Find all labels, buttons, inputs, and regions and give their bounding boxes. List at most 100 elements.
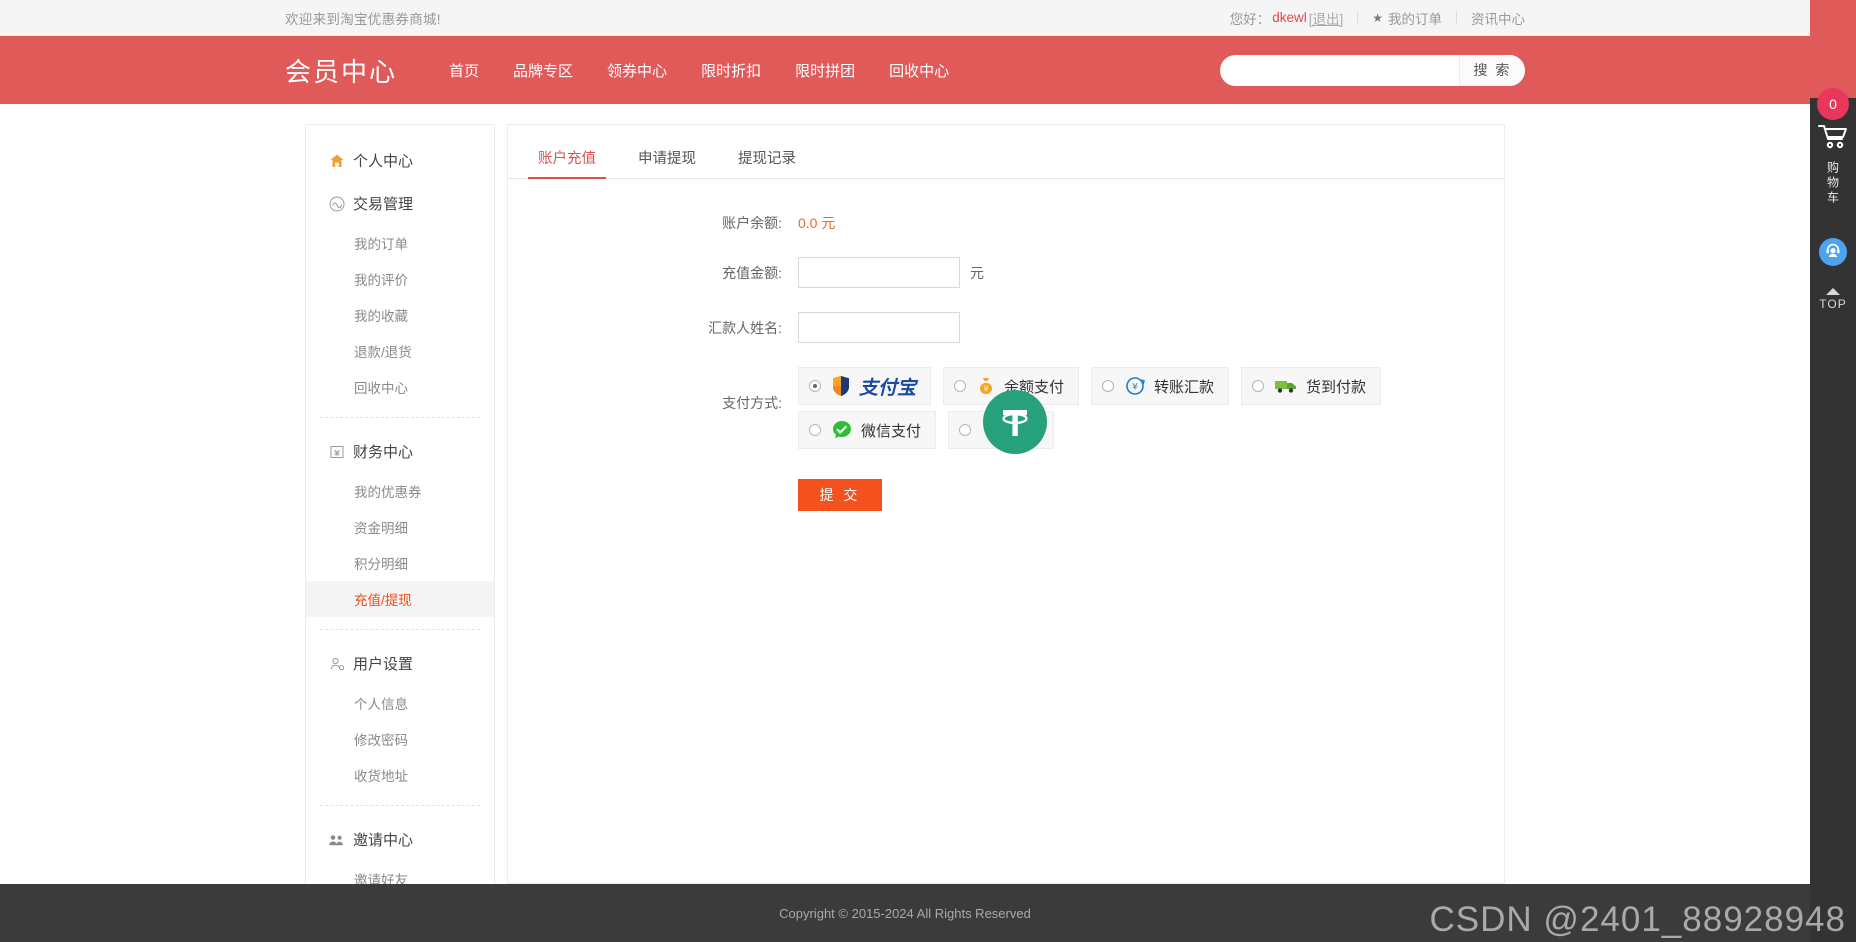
sidebar-item-change-password[interactable]: 修改密码 [306, 721, 494, 757]
shopping-cart-icon [1818, 124, 1848, 155]
sidebar-item-shipping-address[interactable]: 收货地址 [306, 757, 494, 793]
sidebar-item-recharge-withdraw[interactable]: 充值/提现 [306, 581, 494, 617]
tab-apply-withdraw[interactable]: 申请提现 [622, 139, 712, 178]
payment-option-wechat-pay-label: 微信支付 [861, 420, 921, 441]
top-utility-right: 您好： dkewl [退出] ★ 我的订单 资讯中心 [1230, 8, 1525, 28]
tab-account-recharge[interactable]: 账户充值 [522, 139, 612, 178]
home-icon [328, 152, 345, 169]
star-icon: ★ [1372, 11, 1383, 25]
site-header-inner: 会员中心 首页 品牌专区 领券中心 限时折扣 限时拼团 回收中心 搜 索 [285, 36, 1525, 104]
content-area: 个人中心 交易管理 我的订单 我的评价 我的收藏 退款/退货 回收中心 [305, 124, 1505, 942]
radio-bank-transfer[interactable] [1102, 380, 1114, 392]
cart-button[interactable]: 购物车 [1810, 124, 1856, 206]
sidebar-item-recycle-center[interactable]: 回收中心 [306, 369, 494, 405]
submit-button[interactable]: 提 交 [798, 479, 882, 511]
sidebar-group-personal[interactable]: 个人中心 [306, 139, 494, 182]
payment-option-bank-transfer[interactable]: ¥ 转账汇款 [1091, 367, 1229, 405]
tab-bar: 账户充值 申请提现 提现记录 [508, 139, 1504, 179]
sidebar-item-my-coupons[interactable]: 我的优惠券 [306, 473, 494, 509]
sidebar-item-my-orders[interactable]: 我的订单 [306, 225, 494, 261]
payment-option-wechat-pay[interactable]: 微信支付 [798, 411, 936, 449]
amount-input[interactable] [798, 257, 960, 288]
payment-method-label: 支付方式: [508, 367, 798, 413]
sidebar-group-label: 邀请中心 [353, 829, 413, 850]
sidebar-group-label: 用户设置 [353, 653, 413, 674]
radio-alipay[interactable] [809, 380, 821, 392]
site-footer: Copyright © 2015-2024 All Rights Reserve… [0, 884, 1810, 942]
right-floating-rail: 0 购物车 TOP [1810, 0, 1856, 942]
sidebar-group-transaction[interactable]: 交易管理 [306, 182, 494, 225]
payer-row: 汇款人姓名: [508, 312, 1504, 343]
nav-item-brand[interactable]: 品牌专区 [513, 60, 573, 81]
sidebar-group-invite[interactable]: 邀请中心 [306, 818, 494, 861]
usdt-tether-icon [983, 390, 1047, 454]
nav-item-coupon[interactable]: 领券中心 [607, 60, 667, 81]
sidebar-item-refund-return[interactable]: 退款/退货 [306, 333, 494, 369]
rail-header-strip [1810, 0, 1856, 98]
radio-wechat-pay[interactable] [809, 424, 821, 436]
sidebar: 个人中心 交易管理 我的订单 我的评价 我的收藏 退款/退货 回收中心 [305, 124, 495, 942]
back-to-top-button[interactable]: TOP [1810, 288, 1856, 311]
username-label: dkewl [1272, 10, 1307, 25]
radio-balance[interactable] [954, 380, 966, 392]
divider [1456, 11, 1457, 24]
sidebar-item-my-favorites[interactable]: 我的收藏 [306, 297, 494, 333]
amount-label: 充值金额: [508, 263, 798, 283]
wechat-pay-icon [831, 419, 853, 441]
sidebar-group-label: 个人中心 [353, 150, 413, 171]
radio-cod[interactable] [1252, 380, 1264, 392]
main-panel: 账户充值 申请提现 提现记录 账户余额: 0.0 元 充值金额: 元 [507, 124, 1505, 884]
payment-option-usdt[interactable] [948, 411, 1054, 449]
search-box: 搜 索 [1220, 55, 1525, 86]
cart-label: 购物车 [1825, 161, 1842, 206]
nav-item-recycle[interactable]: 回收中心 [889, 60, 949, 81]
back-to-top-label: TOP [1819, 297, 1846, 311]
alipay-icon [831, 375, 851, 397]
sidebar-group-user-settings[interactable]: 用户设置 [306, 642, 494, 685]
payer-name-input[interactable] [798, 312, 960, 343]
top-utility-bar: 欢迎来到淘宝优惠券商城! 您好： dkewl [退出] ★ 我的订单 资讯中心 [0, 0, 1810, 36]
sidebar-item-fund-details[interactable]: 资金明细 [306, 509, 494, 545]
copyright-text: Copyright © 2015-2024 All Rights Reserve… [779, 906, 1031, 921]
greeting-text: 您好： [1230, 8, 1271, 28]
payment-option-cod[interactable]: 货到付款 [1241, 367, 1381, 405]
tab-withdraw-records[interactable]: 提现记录 [722, 139, 812, 178]
my-orders-link[interactable]: ★ 我的订单 [1372, 8, 1442, 28]
amount-unit: 元 [970, 263, 984, 283]
balance-value: 0.0 元 [798, 213, 835, 233]
top-utility-bar-inner: 欢迎来到淘宝优惠券商城! 您好： dkewl [退出] ★ 我的订单 资讯中心 [285, 8, 1525, 28]
search-button[interactable]: 搜 索 [1459, 55, 1525, 86]
customer-service-button[interactable] [1819, 238, 1847, 266]
caret-up-icon [1826, 288, 1840, 295]
sidebar-item-personal-info[interactable]: 个人信息 [306, 685, 494, 721]
site-header: 会员中心 首页 品牌专区 领券中心 限时折扣 限时拼团 回收中心 搜 索 [0, 36, 1810, 104]
sidebar-item-my-reviews[interactable]: 我的评价 [306, 261, 494, 297]
logout-link[interactable]: [退出] [1309, 8, 1344, 28]
svg-text:¥: ¥ [983, 385, 988, 394]
nav-item-home[interactable]: 首页 [449, 60, 479, 81]
cart-count-badge: 0 [1817, 88, 1849, 120]
radio-usdt[interactable] [959, 424, 971, 436]
search-input[interactable] [1220, 56, 1459, 85]
invite-icon [328, 831, 345, 848]
sidebar-item-points-details[interactable]: 积分明细 [306, 545, 494, 581]
payer-label: 汇款人姓名: [508, 318, 798, 338]
transaction-icon [328, 195, 345, 212]
sidebar-group-label: 交易管理 [353, 193, 413, 214]
finance-icon [328, 443, 345, 460]
payment-option-alipay[interactable]: 支付宝 [798, 367, 931, 405]
news-center-link[interactable]: 资讯中心 [1471, 8, 1525, 28]
main-nav: 首页 品牌专区 领券中心 限时折扣 限时拼团 回收中心 [449, 60, 983, 81]
payment-option-bank-transfer-label: 转账汇款 [1154, 376, 1214, 397]
sidebar-group-finance[interactable]: 财务中心 [306, 430, 494, 473]
nav-item-group-buy[interactable]: 限时拼团 [795, 60, 855, 81]
nav-item-discount[interactable]: 限时折扣 [701, 60, 761, 81]
site-logo[interactable]: 会员中心 [285, 52, 397, 89]
balance-row: 账户余额: 0.0 元 [508, 213, 1504, 233]
page-root: 欢迎来到淘宝优惠券商城! 您好： dkewl [退出] ★ 我的订单 资讯中心 [0, 0, 1856, 942]
payment-method-options: 支付宝 ¥ 余额支付 [798, 367, 1458, 455]
svg-text:¥: ¥ [1132, 382, 1138, 392]
recharge-form: 账户余额: 0.0 元 充值金额: 元 汇款人姓名: 支付方式: [508, 179, 1504, 511]
customer-service-icon [1824, 241, 1842, 264]
amount-row: 充值金额: 元 [508, 257, 1504, 288]
